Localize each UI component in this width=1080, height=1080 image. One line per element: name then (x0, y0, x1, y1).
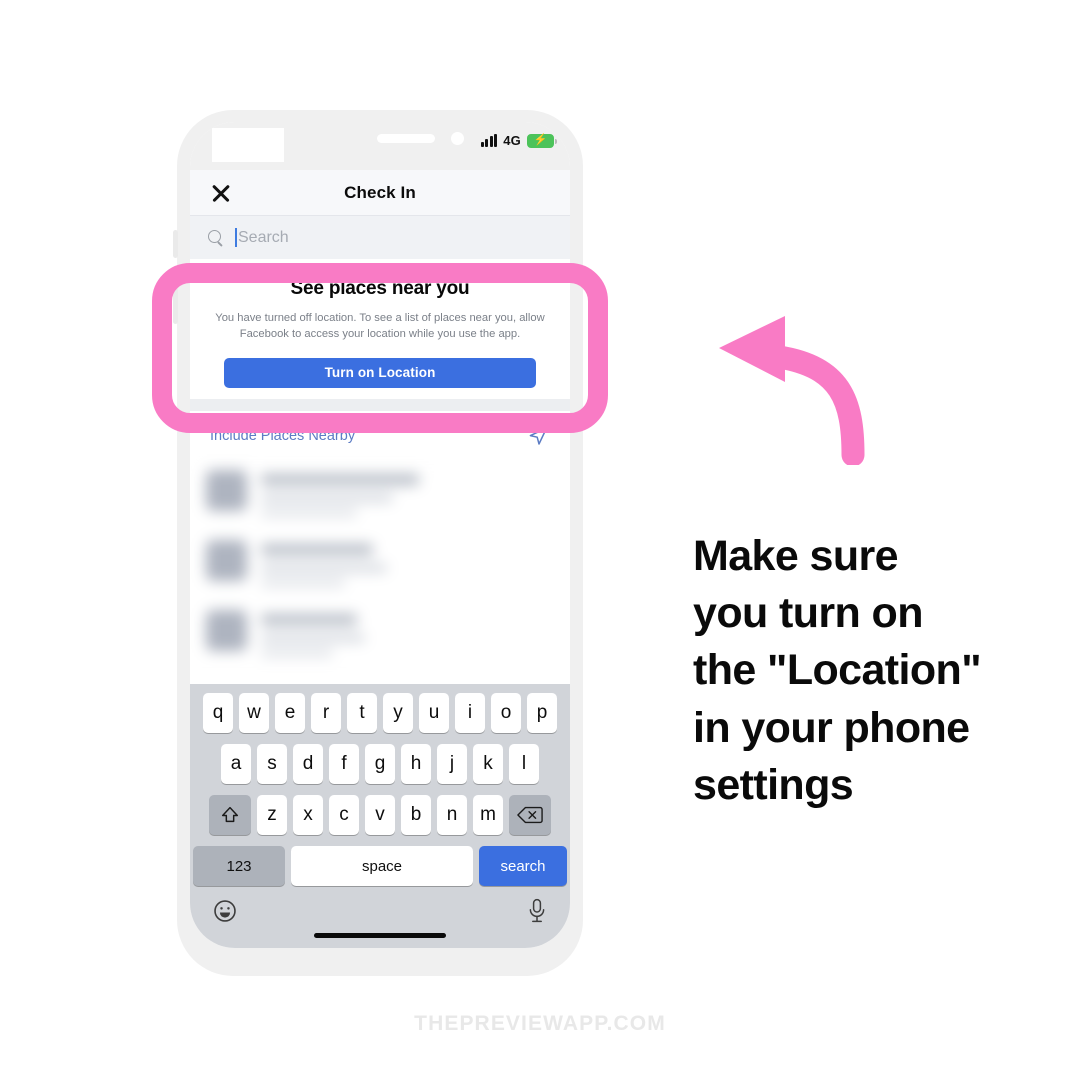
key-h[interactable]: h (401, 744, 431, 784)
close-icon[interactable] (210, 182, 232, 204)
charging-bolt-icon: ⚡ (533, 134, 548, 146)
numeric-mode-key[interactable]: 123 (193, 846, 285, 886)
list-item[interactable] (190, 530, 570, 600)
backspace-glyph (517, 806, 543, 824)
screenshot-canvas: 4G ⚡ Check In Search See places near you (0, 0, 1080, 1080)
key-v[interactable]: v (365, 795, 395, 835)
key-x[interactable]: x (293, 795, 323, 835)
key-g[interactable]: g (365, 744, 395, 784)
key-d[interactable]: d (293, 744, 323, 784)
shift-arrow-icon[interactable] (209, 795, 251, 835)
list-item-meta (261, 509, 357, 517)
phone-side-button-volume-up[interactable] (173, 230, 178, 258)
list-item[interactable] (190, 600, 570, 670)
on-screen-keyboard: q w e r t y u i o p a s d f g h j k l z … (190, 684, 570, 948)
instruction-line-1: Make sure (693, 532, 899, 580)
instruction-line-4: in your phone (693, 703, 970, 752)
instruction-line-5: settings (693, 760, 854, 809)
key-c[interactable]: c (329, 795, 359, 835)
space-key[interactable]: space (291, 846, 473, 886)
list-item-subtitle (261, 634, 365, 642)
key-q[interactable]: q (203, 693, 233, 733)
backspace-delete-icon[interactable] (509, 795, 551, 835)
list-item-text (261, 470, 419, 517)
emoji-smiley-icon[interactable] (212, 898, 238, 924)
microphone-icon[interactable] (526, 898, 548, 924)
page-title: Check In (344, 182, 416, 202)
battery-charging-icon: ⚡ (527, 133, 557, 148)
key-o[interactable]: o (491, 693, 521, 733)
list-item-title (261, 614, 357, 625)
list-item-subtitle (261, 564, 387, 572)
watermark: THEPREVIEWAPP.COM (414, 1012, 666, 1035)
speaker-slot (377, 134, 435, 143)
key-u[interactable]: u (419, 693, 449, 733)
list-item-meta (261, 649, 333, 657)
instruction-line-2: you turn on (693, 589, 923, 638)
keyboard-bottom-row (190, 886, 570, 924)
key-a[interactable]: a (221, 744, 251, 784)
key-k[interactable]: k (473, 744, 503, 784)
keyboard-row-3: z x c v b n m (190, 784, 570, 835)
status-bar: 4G ⚡ (190, 122, 570, 170)
key-m[interactable]: m (473, 795, 503, 835)
list-item-title (261, 544, 373, 555)
key-l[interactable]: l (509, 744, 539, 784)
keyboard-row-1: q w e r t y u i o p (190, 684, 570, 733)
list-item-title (261, 474, 419, 485)
key-j[interactable]: j (437, 744, 467, 784)
key-w[interactable]: w (239, 693, 269, 733)
list-item[interactable] (190, 460, 570, 530)
list-item-subtitle (261, 494, 393, 502)
search-placeholder: Search (238, 228, 289, 246)
key-t[interactable]: t (347, 693, 377, 733)
search-input[interactable]: Search (190, 216, 570, 259)
search-key[interactable]: search (479, 846, 567, 886)
network-type-label: 4G (503, 133, 521, 148)
instruction-line-3: the "Location" (693, 646, 982, 695)
place-results-list (190, 460, 570, 684)
key-y[interactable]: y (383, 693, 413, 733)
highlight-box (152, 263, 608, 433)
shift-glyph (221, 806, 239, 823)
key-s[interactable]: s (257, 744, 287, 784)
phone-screen: 4G ⚡ Check In Search See places near you (190, 122, 570, 948)
avatar (206, 540, 247, 581)
key-i[interactable]: i (455, 693, 485, 733)
list-item-text (261, 610, 365, 657)
clock-redaction-patch (212, 128, 284, 162)
key-p[interactable]: p (527, 693, 557, 733)
keyboard-row-2: a s d f g h j k l (190, 733, 570, 784)
notch (285, 122, 475, 150)
text-caret (235, 228, 237, 247)
keyboard-row-4: 123 space search (190, 835, 570, 886)
list-item-meta (261, 579, 345, 587)
instruction-text: Make sure you turn on the "Location" in … (693, 528, 1033, 814)
key-r[interactable]: r (311, 693, 341, 733)
key-n[interactable]: n (437, 795, 467, 835)
key-z[interactable]: z (257, 795, 287, 835)
key-e[interactable]: e (275, 693, 305, 733)
phone-frame: 4G ⚡ Check In Search See places near you (173, 110, 583, 976)
front-camera-dot (451, 132, 464, 145)
search-icon (208, 229, 224, 246)
avatar (206, 470, 247, 511)
signal-bars-icon (480, 134, 498, 147)
key-b[interactable]: b (401, 795, 431, 835)
avatar (206, 610, 247, 651)
list-item-text (261, 540, 387, 587)
nav-bar: Check In (190, 170, 570, 216)
home-indicator-bar[interactable] (314, 933, 446, 938)
key-f[interactable]: f (329, 744, 359, 784)
curved-arrow-left-icon (719, 316, 865, 465)
status-bar-right: 4G ⚡ (480, 133, 557, 148)
